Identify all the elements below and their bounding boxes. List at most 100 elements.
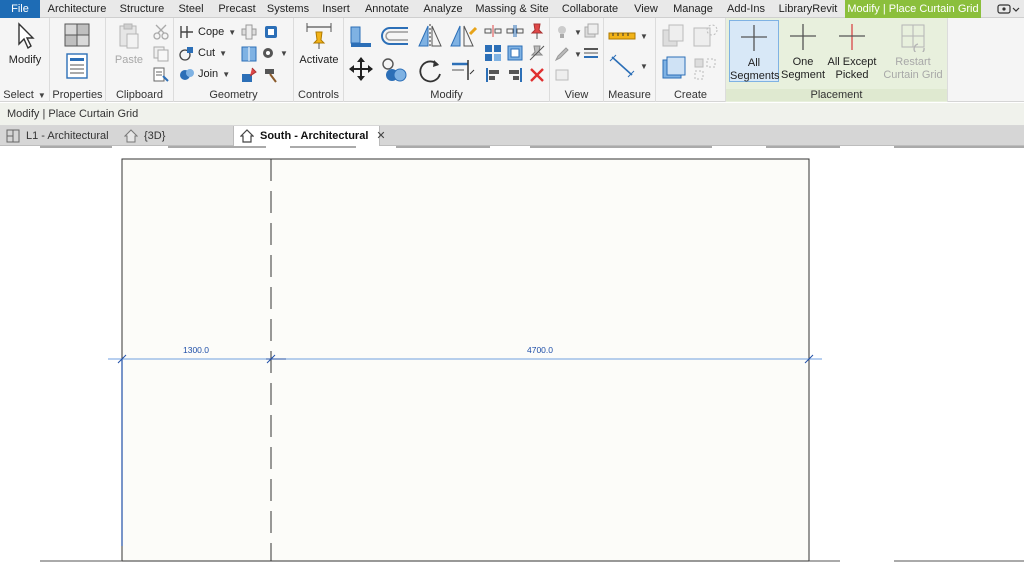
- menu-tab-steel[interactable]: Steel: [174, 0, 208, 18]
- menu-tab-annotate[interactable]: Annotate: [360, 0, 414, 18]
- menu-tab-architecture[interactable]: Architecture: [44, 0, 110, 18]
- menu-tab-massing-site[interactable]: Massing & Site: [472, 0, 552, 18]
- floor-plan-icon: [6, 129, 20, 143]
- copy-element-icon[interactable]: [380, 56, 408, 84]
- join-button[interactable]: Join ▼: [179, 64, 230, 84]
- create-similar-icon[interactable]: [692, 56, 720, 82]
- wall-joins-icon[interactable]: [240, 23, 258, 41]
- align-icon[interactable]: [348, 24, 374, 50]
- dimension-right-text[interactable]: 4700.0: [527, 345, 553, 355]
- geometry-panel-label: Geometry: [209, 89, 258, 101]
- view-panel-label: View: [564, 89, 589, 101]
- select-dropdown[interactable]: Select ▼: [0, 89, 49, 101]
- cope-icon: [180, 26, 193, 38]
- dimension-left-text[interactable]: 1300.0: [183, 345, 209, 355]
- mirror-pick-axis-icon[interactable]: [416, 22, 444, 50]
- placement-panel: All Segments One Segment All Except Pick…: [726, 18, 948, 102]
- measure-panel: ▼ ▼ Measure: [604, 18, 656, 102]
- restart-curtain-grid-icon: [901, 24, 925, 52]
- array-icon[interactable]: [484, 44, 502, 62]
- one-segment-icon: [790, 24, 816, 50]
- activate-dimension-icon: [306, 23, 332, 49]
- menu-tab-add-ins[interactable]: Add-Ins: [722, 0, 770, 18]
- create-parts-icon[interactable]: [690, 22, 720, 50]
- view-tab-l1-architectural[interactable]: L1 - Architectural: [0, 126, 112, 146]
- clipboard-panel-label: Clipboard: [115, 89, 164, 101]
- mirror-draw-axis-icon[interactable]: [448, 22, 478, 50]
- properties-icon[interactable]: [65, 52, 89, 80]
- split-gap-icon[interactable]: [506, 22, 524, 40]
- menu-tab-file[interactable]: File: [0, 0, 40, 18]
- view-tab-label: L1 - Architectural: [26, 130, 109, 142]
- create-assembly-icon[interactable]: [660, 22, 686, 50]
- all-except-picked-button[interactable]: All Except Picked: [826, 20, 878, 82]
- type-properties-icon[interactable]: [62, 22, 92, 50]
- pin-icon[interactable]: [528, 22, 546, 40]
- menu-bar: File Architecture Structure Steel Precas…: [0, 0, 1024, 18]
- restart-curtain-grid-button[interactable]: Restart Curtain Grid: [882, 20, 944, 82]
- rotate-icon[interactable]: [416, 56, 444, 84]
- menu-tab-structure[interactable]: Structure: [114, 0, 170, 18]
- menu-tab-modify-place-curtain-grid[interactable]: Modify | Place Curtain Grid: [845, 0, 981, 18]
- offset-icon[interactable]: [380, 24, 410, 50]
- all-segments-icon: [741, 25, 767, 51]
- join-label: Join: [198, 68, 219, 80]
- one-segment-label: One Segment: [780, 56, 826, 81]
- align-left-icon[interactable]: [484, 66, 502, 84]
- menu-tab-libraryrevit[interactable]: LibraryRevit: [774, 0, 842, 18]
- cope-button[interactable]: Cope ▼: [179, 22, 236, 42]
- linework-view-icon[interactable]: [582, 44, 600, 62]
- cut-button[interactable]: Cut ▼: [179, 43, 227, 63]
- aligned-dimension-button[interactable]: ▼: [608, 54, 648, 78]
- paint-icon[interactable]: [240, 66, 258, 84]
- curtain-wall-panel[interactable]: [121, 158, 810, 562]
- view-tab-south-architectural[interactable]: South - Architectural ✕: [233, 126, 386, 146]
- match-properties-icon[interactable]: [152, 66, 170, 84]
- unpin-icon[interactable]: [528, 44, 546, 62]
- hide-in-view-icon[interactable]: [582, 22, 600, 40]
- hammer-icon[interactable]: [262, 66, 280, 84]
- menu-tab-view[interactable]: View: [628, 0, 664, 18]
- drawing-canvas[interactable]: 1300.0 4700.0: [0, 146, 1024, 566]
- linework-button[interactable]: ▼: [260, 43, 288, 63]
- move-icon[interactable]: [348, 56, 374, 82]
- select-panel: Modify Select ▼: [0, 18, 50, 102]
- menu-tab-collaborate[interactable]: Collaborate: [556, 0, 624, 18]
- paste-button[interactable]: Paste: [112, 20, 146, 82]
- split-element-icon[interactable]: [484, 22, 502, 40]
- select-panel-label: Select: [3, 89, 34, 101]
- scale-icon[interactable]: [506, 44, 524, 62]
- ruler-icon: [608, 32, 636, 40]
- delete-icon[interactable]: [528, 66, 546, 84]
- view-tab-3d[interactable]: {3D}: [118, 126, 228, 146]
- view-options-icon[interactable]: [996, 2, 1020, 16]
- menu-tab-systems[interactable]: Systems: [264, 0, 312, 18]
- menu-tab-analyze[interactable]: Analyze: [418, 0, 468, 18]
- copy-icon[interactable]: [152, 45, 170, 63]
- options-bar-text: Modify | Place Curtain Grid: [7, 108, 139, 120]
- menu-tab-insert[interactable]: Insert: [316, 0, 356, 18]
- selection-box-icon[interactable]: [554, 66, 572, 84]
- aligned-dimension-icon: [609, 54, 635, 78]
- override-graphics-button[interactable]: ▼: [554, 44, 582, 64]
- demolish-icon[interactable]: [262, 23, 280, 41]
- measure-between-button[interactable]: ▼: [608, 26, 648, 46]
- align-right-icon[interactable]: [506, 66, 524, 84]
- paste-icon: [119, 23, 139, 49]
- create-panel-label: Create: [673, 89, 708, 101]
- create-group-icon[interactable]: [660, 54, 688, 82]
- menu-tab-manage[interactable]: Manage: [668, 0, 718, 18]
- modify-button[interactable]: Modify: [4, 20, 46, 82]
- one-segment-button[interactable]: One Segment: [780, 20, 826, 82]
- all-segments-button[interactable]: All Segments: [729, 20, 780, 82]
- close-icon[interactable]: ✕: [376, 126, 385, 146]
- menu-tab-precast[interactable]: Precast: [214, 0, 260, 18]
- cut-scissors-icon[interactable]: [152, 23, 170, 41]
- measure-panel-label: Measure: [608, 89, 651, 101]
- trim-extend-icon[interactable]: [448, 56, 476, 84]
- activate-button[interactable]: Activate: [296, 20, 342, 82]
- split-face-icon[interactable]: [240, 45, 258, 63]
- paste-label: Paste: [114, 54, 144, 66]
- hide-button[interactable]: ▼: [554, 22, 582, 42]
- elevation-home-icon: [240, 129, 254, 143]
